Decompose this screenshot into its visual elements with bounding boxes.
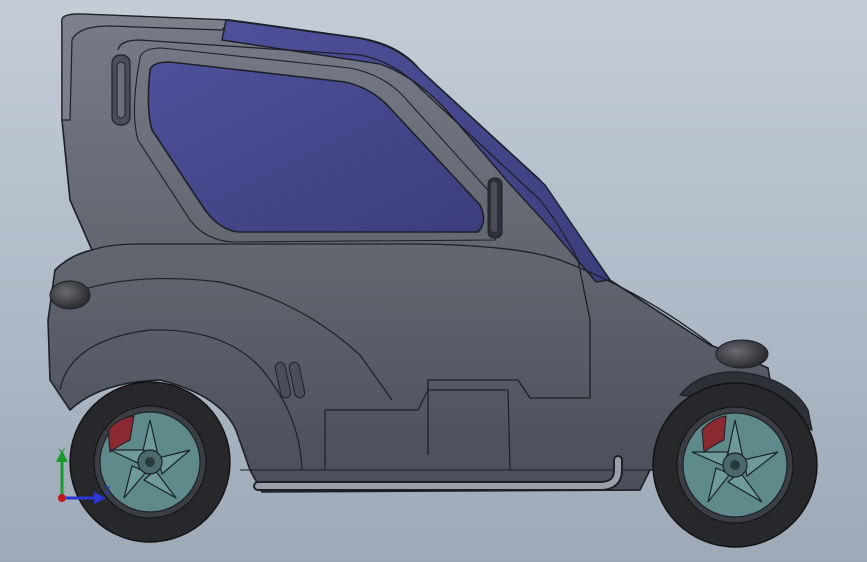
door-vent-slot bbox=[111, 54, 131, 126]
x-axis-origin bbox=[58, 494, 66, 502]
front-wheel bbox=[652, 382, 818, 548]
rear-lamp bbox=[49, 280, 91, 310]
car-model-render[interactable]: Y Z bbox=[0, 0, 867, 562]
rear-wheel bbox=[69, 381, 231, 543]
cad-viewport[interactable]: Y Z bbox=[0, 0, 867, 562]
axis-label-y: Y bbox=[58, 447, 66, 459]
axis-label-z: Z bbox=[104, 485, 111, 497]
front-headlamp bbox=[715, 339, 769, 369]
side-mirror bbox=[487, 177, 503, 239]
